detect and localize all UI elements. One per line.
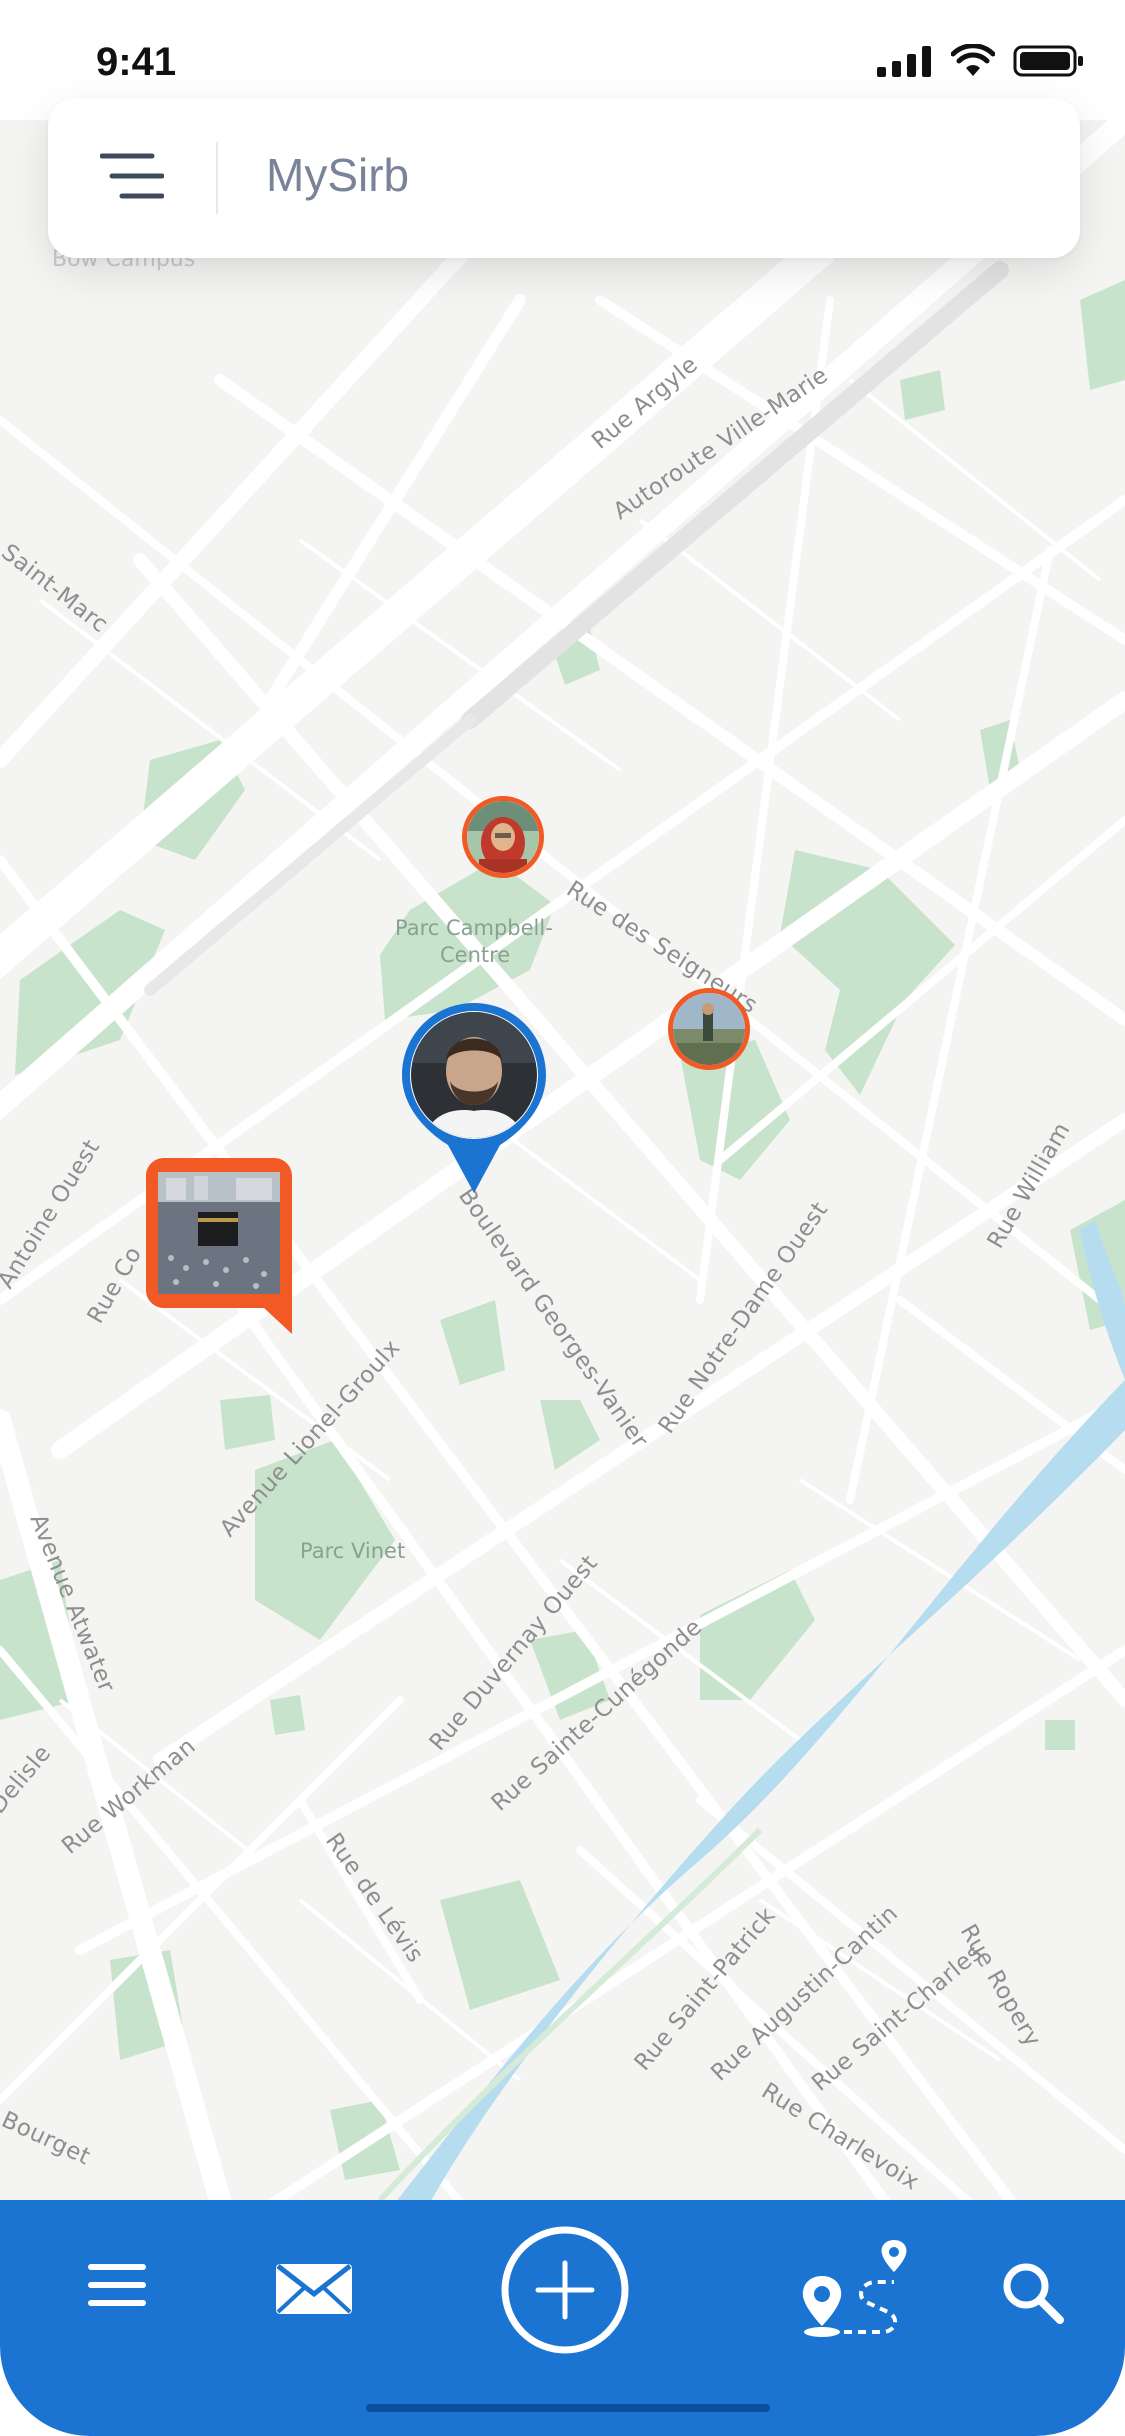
avatar-photo xyxy=(673,993,745,1065)
park-label: Parc Vinet xyxy=(300,1539,405,1563)
mail-icon[interactable] xyxy=(274,2262,354,2316)
app-screen: Bow Campus Rue Argyle Autoroute Ville-Ma… xyxy=(0,0,1125,2436)
cellular-signal-icon xyxy=(877,46,931,77)
avatar-photo xyxy=(467,801,539,873)
search-icon[interactable] xyxy=(1000,2260,1066,2326)
post-photo-pin[interactable] xyxy=(146,1158,292,1334)
bottom-nav-bar xyxy=(0,2200,1125,2436)
route-icon[interactable] xyxy=(796,2236,916,2346)
menu-icon[interactable] xyxy=(86,2260,150,2310)
current-user-pin[interactable] xyxy=(402,1003,546,1195)
battery-icon xyxy=(1013,45,1083,77)
header-divider xyxy=(216,142,218,214)
app-title: MySirb xyxy=(266,149,410,201)
header-card: MySirb xyxy=(48,98,1080,258)
home-indicator[interactable] xyxy=(366,2404,770,2412)
hamburger-menu-icon[interactable] xyxy=(100,152,164,204)
friend-avatar-marker[interactable] xyxy=(462,796,544,878)
status-time: 9:41 xyxy=(96,40,177,84)
park-label: Parc Campbell- xyxy=(395,916,553,940)
park-label: Centre xyxy=(440,943,510,967)
status-icons xyxy=(877,44,1085,78)
wifi-icon xyxy=(951,44,995,76)
add-icon[interactable] xyxy=(500,2225,630,2355)
friend-avatar-marker[interactable] xyxy=(668,988,750,1070)
